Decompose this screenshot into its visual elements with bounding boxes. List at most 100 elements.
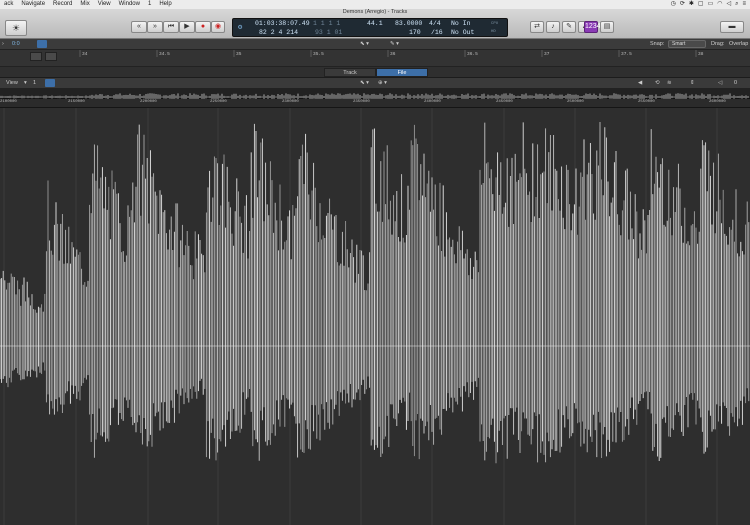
library-button[interactable]: ☀ (5, 20, 27, 36)
pencil-icon: ✎ (566, 23, 572, 30)
ruler-label-8: 2500000 (567, 100, 584, 104)
snap-label: Snap: (650, 41, 665, 47)
gear-icon[interactable]: ⚙ (238, 23, 242, 32)
record-icon: ● (200, 23, 206, 30)
view-filter-button[interactable] (45, 79, 55, 87)
menu-list-icon[interactable]: ≡ (742, 0, 746, 9)
waveform-zoom-icon[interactable]: ≋ (667, 80, 672, 86)
view-number: 1 (33, 80, 37, 86)
browser-icon: ▬ (728, 23, 736, 30)
wifi-icon[interactable]: ◠ (717, 0, 722, 9)
bar-ruler-label: 35 (236, 51, 242, 57)
menu-item-record[interactable]: Record (49, 0, 76, 9)
editor-view-bar: View ▾ 1 ⬉ ▾ ⊕ ▾ ◀ ⟲ ≋ ⇕ ◁ 0 (0, 78, 750, 89)
speaker-icon[interactable]: ◀ (638, 80, 642, 86)
record-button[interactable]: ● (195, 21, 211, 33)
ruler-label-3: 2250000 (210, 100, 227, 104)
lcd-input: No In (451, 20, 471, 27)
bar-ruler-label: 36 (390, 51, 396, 57)
lcd-output: No Out (451, 29, 475, 36)
volume-icon[interactable]: ◁ (726, 0, 731, 9)
bar-ruler-label: 37 (544, 51, 550, 57)
cycle-icon[interactable]: ⟲ (655, 80, 660, 86)
go-to-start-button[interactable]: ⏮ (163, 21, 179, 33)
capture-icon: ◉ (214, 23, 222, 30)
view-menu[interactable]: View (6, 80, 18, 86)
tab-track[interactable]: Track (324, 68, 376, 77)
pencil-tool-icon[interactable]: ✎ ▾ (390, 41, 399, 47)
lcd-bars-beats: 82 2 4 214 (259, 29, 299, 36)
zoom-value[interactable]: 0 (734, 80, 737, 86)
bar-ruler-label: 34 (82, 51, 88, 57)
chevron-icon[interactable]: › (2, 41, 4, 47)
control-bar: Demons (Arregio) - Tracks ☀ « » ⏮ ▶ ● ◉ … (0, 9, 750, 39)
menu-item-navigate[interactable]: Navigate (17, 0, 49, 9)
ruler-label-1: 2150000 (68, 100, 85, 104)
search-icon[interactable]: ⌕ (735, 0, 738, 9)
drag-value[interactable]: Overlap (729, 41, 748, 47)
pointer-tool-icon[interactable]: ⬉ ▾ (360, 41, 369, 47)
lcd-division: /16 (431, 29, 443, 36)
ruler-label-9: 2550000 (638, 100, 655, 104)
lcd-timecode: 01:03:38:07.49 (255, 20, 310, 27)
tab-file[interactable]: File (376, 68, 428, 77)
bar-ruler-label: 38 (698, 51, 704, 57)
bluetooth-icon[interactable]: ✱ (689, 0, 694, 9)
lcd-cpu-label: CPU (491, 22, 499, 26)
rewind-icon: « (137, 23, 141, 30)
fast-forward-button[interactable]: » (147, 21, 163, 33)
bar-ruler[interactable]: 34 34.5 35 35.5 36 36.5 37 37.5 38 (0, 50, 750, 67)
menu-item-view[interactable]: View (94, 0, 115, 9)
pointer-tool-icon[interactable]: ⬉ ▾ (360, 80, 369, 86)
fast-forward-icon: » (153, 23, 157, 30)
play-button[interactable]: ▶ (179, 21, 195, 33)
menu-item-1[interactable]: 1 (144, 0, 155, 9)
filter-button[interactable] (37, 40, 47, 48)
media-browser-button[interactable]: ▬ (720, 21, 744, 33)
status-tray: ◷ ⟳ ✱ ▢ ▭ ◠ ◁ ⌕ ≡ (671, 0, 750, 9)
tuner-icon: ♪ (551, 23, 555, 30)
snap-value: Smart (672, 41, 686, 47)
sync-icon[interactable]: ⟳ (680, 0, 685, 9)
tuner-button[interactable]: ♪ (546, 21, 560, 33)
ruler-label-0: 2100000 (0, 100, 17, 104)
rewind-button[interactable]: « (131, 21, 147, 33)
audio-waveform (0, 108, 750, 525)
menu-item-window[interactable]: Window (115, 0, 144, 9)
count-in-icon: 1234 (585, 23, 601, 30)
play-icon: ▶ (184, 23, 190, 30)
menu-item-mix[interactable]: Mix (76, 0, 93, 9)
ruler-label-6: 2400000 (424, 100, 441, 104)
zoom-slider[interactable]: ⇕ (690, 80, 695, 86)
bar-ruler-label: 36.5 (467, 51, 478, 57)
editor-tabs: Track File (0, 67, 750, 78)
bar-ruler-label: 35.5 (313, 51, 324, 57)
ruler-label-10: 2600000 (709, 100, 726, 104)
sample-ruler[interactable]: 2100000 2150000 2200000 2250000 2300000 … (0, 99, 750, 108)
notes-button[interactable]: ▤ (600, 21, 614, 33)
lcd-sample-rate: 44.1 (367, 20, 383, 27)
menu-item-help[interactable]: Help (155, 0, 175, 9)
lcd-display[interactable]: ⚙ 01:03:38:07.49 82 2 4 214 1 1 1 1 93 1… (232, 18, 508, 37)
tracks-toolbar: › 0:0 ⬉ ▾ ✎ ▾ Snap: Smart Drag: Overlap (0, 39, 750, 50)
count-in-button[interactable]: 1234 (584, 21, 601, 33)
ruler-label-2: 2200000 (140, 100, 157, 104)
waveform-editor[interactable] (0, 108, 750, 525)
drag-label: Drag: (711, 41, 725, 47)
position-display: 0:0 (12, 41, 20, 47)
snap-select[interactable]: Smart (668, 40, 706, 48)
waveform-overview[interactable] (0, 89, 750, 101)
menu-item-track[interactable]: ack (0, 0, 17, 9)
battery-icon[interactable]: ▭ (708, 0, 714, 9)
list-icon: ⇄ (534, 23, 540, 30)
lcd-hd-label: HD (491, 30, 496, 34)
pencil-button[interactable]: ✎ (562, 21, 576, 33)
list-editors-button[interactable]: ⇄ (530, 21, 544, 33)
capture-button[interactable]: ◉ (211, 21, 225, 33)
lock-icon[interactable]: ▢ (698, 0, 704, 9)
bar-ruler-label: 37.5 (621, 51, 632, 57)
target-tool-icon[interactable]: ⊕ ▾ (378, 80, 387, 86)
loop-icon[interactable]: ◁ (718, 80, 722, 86)
chevron-down-icon[interactable]: ▾ (24, 80, 27, 86)
time-machine-icon[interactable]: ◷ (671, 0, 676, 9)
